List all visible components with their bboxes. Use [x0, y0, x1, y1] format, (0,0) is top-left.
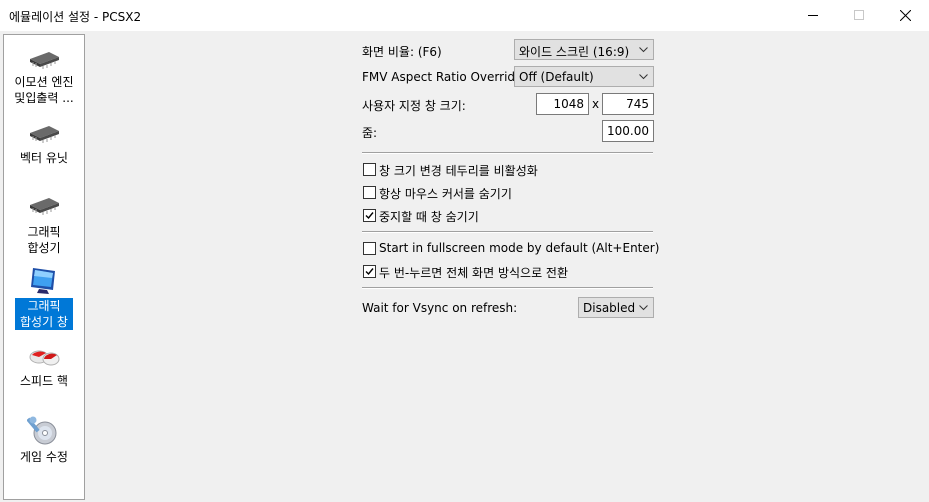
window-height-value: 745	[626, 97, 649, 111]
divider	[362, 152, 653, 154]
chevron-down-icon	[639, 47, 648, 53]
checkbox-box[interactable]	[363, 265, 376, 278]
settings-sidebar: 이모션 엔진 및입출력 ... 벡터 유닛 그래픽 합성기 그래픽 합성기 창 …	[3, 34, 85, 500]
chip-icon	[30, 126, 59, 143]
settings-window: 에뮬레이션 설정 - PCSX2 이모션 엔진 및입출력 ... 벡터 유닛 그…	[0, 0, 929, 502]
monitor-icon	[31, 268, 55, 294]
window-title: 에뮬레이션 설정 - PCSX2	[9, 10, 142, 24]
zoom-input[interactable]: 100.00	[602, 120, 654, 142]
vsync-select[interactable]: Disabled	[578, 297, 654, 318]
vsync-value: Disabled	[583, 301, 636, 315]
checkbox-label: 두 번-누르면 전체 화면 방식으로 전환	[379, 266, 569, 280]
divider	[362, 231, 653, 233]
sidebar-item-label: 이모션 엔진	[14, 75, 74, 89]
aspect-ratio-value: 와이드 스크린 (16:9)	[519, 45, 630, 59]
sidebar-item-vector-unit[interactable]: 벡터 유닛	[4, 123, 84, 169]
sidebar-item-label: 및입출력 ...	[14, 91, 74, 105]
maximize-icon	[854, 10, 864, 20]
close-button[interactable]	[882, 0, 928, 31]
sidebar-item-game-fixes[interactable]: 게임 수정	[4, 415, 84, 465]
zoom-value: 100.00	[607, 124, 649, 138]
chip-icon	[30, 52, 59, 69]
chevron-down-icon	[639, 305, 648, 311]
checkbox-label: 창 크기 변경 테두리를 비활성화	[379, 164, 538, 178]
fmv-aspect-value: Off (Default)	[519, 70, 594, 84]
aspect-ratio-select[interactable]: 와이드 스크린 (16:9)	[514, 39, 654, 60]
sidebar-item-label: 합성기	[27, 241, 61, 255]
window-height-input[interactable]: 745	[602, 93, 654, 115]
divider	[362, 287, 653, 289]
zoom-label: 줌:	[362, 126, 378, 140]
aspect-ratio-label: 화면 비율: (F6)	[362, 45, 442, 59]
sidebar-item-label: 합성기 창	[15, 314, 73, 330]
chip-icon	[30, 198, 59, 215]
fmv-aspect-label: FMV Aspect Ratio Override:	[362, 70, 527, 84]
checkbox-box[interactable]	[363, 163, 376, 176]
checkbox-label: 항상 마우스 커서를 숨기기	[379, 187, 512, 201]
disc-wrench-icon	[27, 416, 57, 445]
window-width-input[interactable]: 1048	[536, 93, 589, 115]
checkbox-label: Start in fullscreen mode by default (Alt…	[379, 241, 660, 255]
sidebar-item-graphics-synth[interactable]: 그래픽 합성기	[4, 195, 84, 257]
sidebar-item-label: 스피드 핵	[20, 374, 68, 388]
checkmark-icon	[365, 268, 374, 276]
sidebar-item-speed-hacks[interactable]: 스피드 핵	[4, 343, 84, 391]
sidebar-item-graphics-window[interactable]: 그래픽 합성기 창	[4, 265, 84, 331]
minimize-button[interactable]	[790, 0, 836, 31]
checkbox-box[interactable]	[363, 242, 376, 255]
title-bar: 에뮬레이션 설정 - PCSX2	[0, 0, 929, 31]
sidebar-item-label: 그래픽	[15, 298, 73, 314]
checkbox-label: 중지할 때 창 숨기기	[379, 210, 479, 224]
pills-icon	[29, 350, 60, 366]
size-separator: x	[592, 97, 600, 111]
sidebar-item-label: 그래픽	[27, 225, 61, 239]
sidebar-item-label: 벡터 유닛	[20, 151, 68, 165]
checkmark-icon	[365, 212, 374, 220]
custom-window-size-label: 사용자 지정 창 크기:	[362, 99, 466, 113]
checkbox-box[interactable]	[363, 209, 376, 222]
checkbox-box[interactable]	[363, 186, 376, 199]
minimize-icon	[808, 15, 818, 16]
maximize-button[interactable]	[836, 0, 882, 31]
vsync-label: Wait for Vsync on refresh:	[362, 301, 518, 315]
window-width-value: 1048	[553, 97, 584, 111]
sidebar-item-label: 게임 수정	[20, 450, 68, 464]
chevron-down-icon	[639, 74, 648, 80]
close-icon	[900, 10, 911, 21]
sidebar-item-emotion-engine[interactable]: 이모션 엔진 및입출력 ...	[4, 47, 84, 109]
fmv-aspect-select[interactable]: Off (Default)	[514, 66, 654, 87]
